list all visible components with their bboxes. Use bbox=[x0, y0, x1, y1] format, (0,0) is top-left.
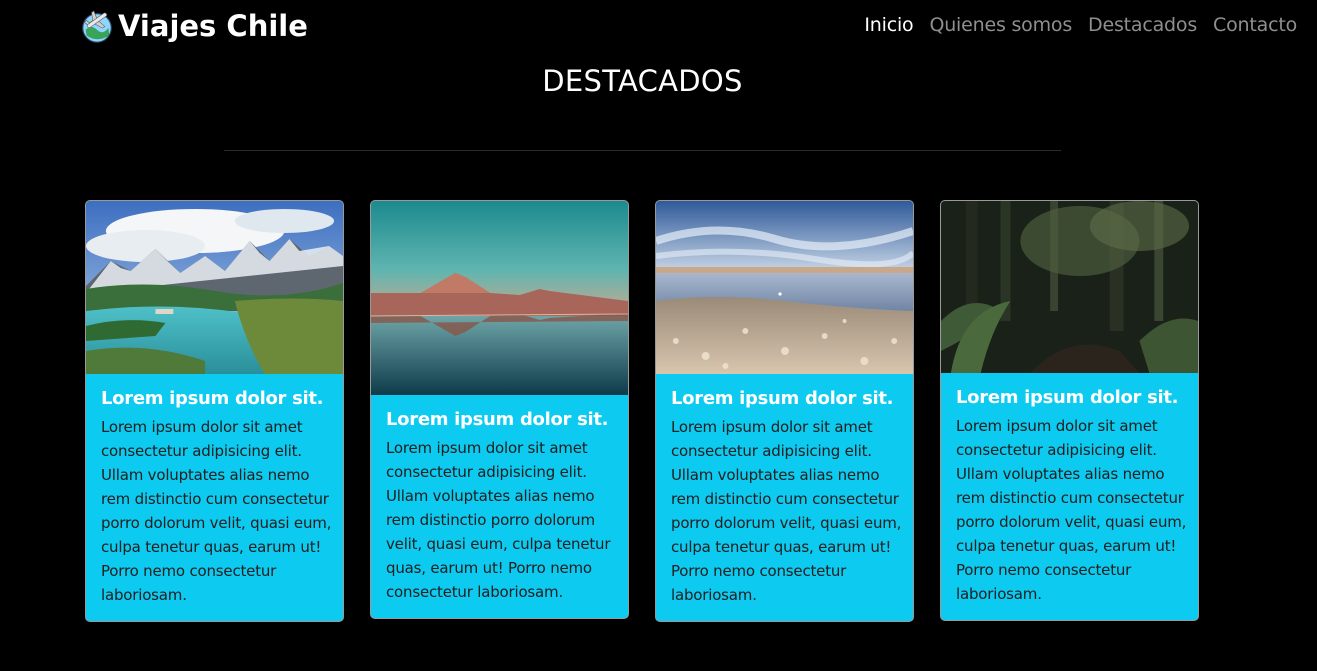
destination-card: Lorem ipsum dolor sit. Lorem ipsum dolor… bbox=[940, 200, 1199, 621]
brand-name: Viajes Chile bbox=[118, 9, 308, 43]
navbar-brand[interactable]: Viajes Chile bbox=[78, 6, 308, 46]
nav-link-destacados[interactable]: Destacados bbox=[1088, 14, 1197, 36]
forest-trail-image bbox=[941, 201, 1198, 373]
card-body: Lorem ipsum dolor sit. Lorem ipsum dolor… bbox=[941, 373, 1198, 620]
travel-globe-logo-icon bbox=[82, 10, 112, 43]
card-text: Lorem ipsum dolor sit amet consectetur a… bbox=[671, 418, 902, 604]
card-title: Lorem ipsum dolor sit. bbox=[386, 409, 609, 430]
nav-link-inicio[interactable]: Inicio bbox=[864, 14, 913, 36]
destination-card: Lorem ipsum dolor sit. Lorem ipsum dolor… bbox=[85, 200, 344, 622]
nav-link-quienes-somos[interactable]: Quienes somos bbox=[929, 14, 1072, 36]
card-text: Lorem ipsum dolor sit amet consectetur a… bbox=[101, 418, 332, 604]
card-title: Lorem ipsum dolor sit. bbox=[671, 388, 894, 409]
card-body: Lorem ipsum dolor sit. Lorem ipsum dolor… bbox=[371, 395, 628, 618]
main-nav: Inicio Quienes somos Destacados Contacto bbox=[864, 14, 1297, 36]
desert-volcano-reflection-image bbox=[371, 201, 628, 395]
card-body: Lorem ipsum dolor sit. Lorem ipsum dolor… bbox=[656, 374, 913, 621]
torres-del-paine-lake-image bbox=[86, 201, 343, 374]
section-divider bbox=[224, 150, 1061, 151]
nav-link-contacto[interactable]: Contacto bbox=[1213, 14, 1297, 36]
destination-card: Lorem ipsum dolor sit. Lorem ipsum dolor… bbox=[655, 200, 914, 622]
card-title: Lorem ipsum dolor sit. bbox=[101, 388, 324, 409]
salt-flat-lagoon-image bbox=[656, 201, 913, 374]
page: Viajes Chile Inicio Quienes somos Destac… bbox=[0, 0, 1317, 671]
card-text: Lorem ipsum dolor sit amet consectetur a… bbox=[956, 417, 1187, 603]
card-text: Lorem ipsum dolor sit amet consectetur a… bbox=[386, 439, 611, 601]
card-body: Lorem ipsum dolor sit. Lorem ipsum dolor… bbox=[86, 374, 343, 621]
section-title: DESTACADOS bbox=[542, 64, 743, 98]
card-title: Lorem ipsum dolor sit. bbox=[956, 387, 1179, 408]
destination-card: Lorem ipsum dolor sit. Lorem ipsum dolor… bbox=[370, 200, 629, 619]
